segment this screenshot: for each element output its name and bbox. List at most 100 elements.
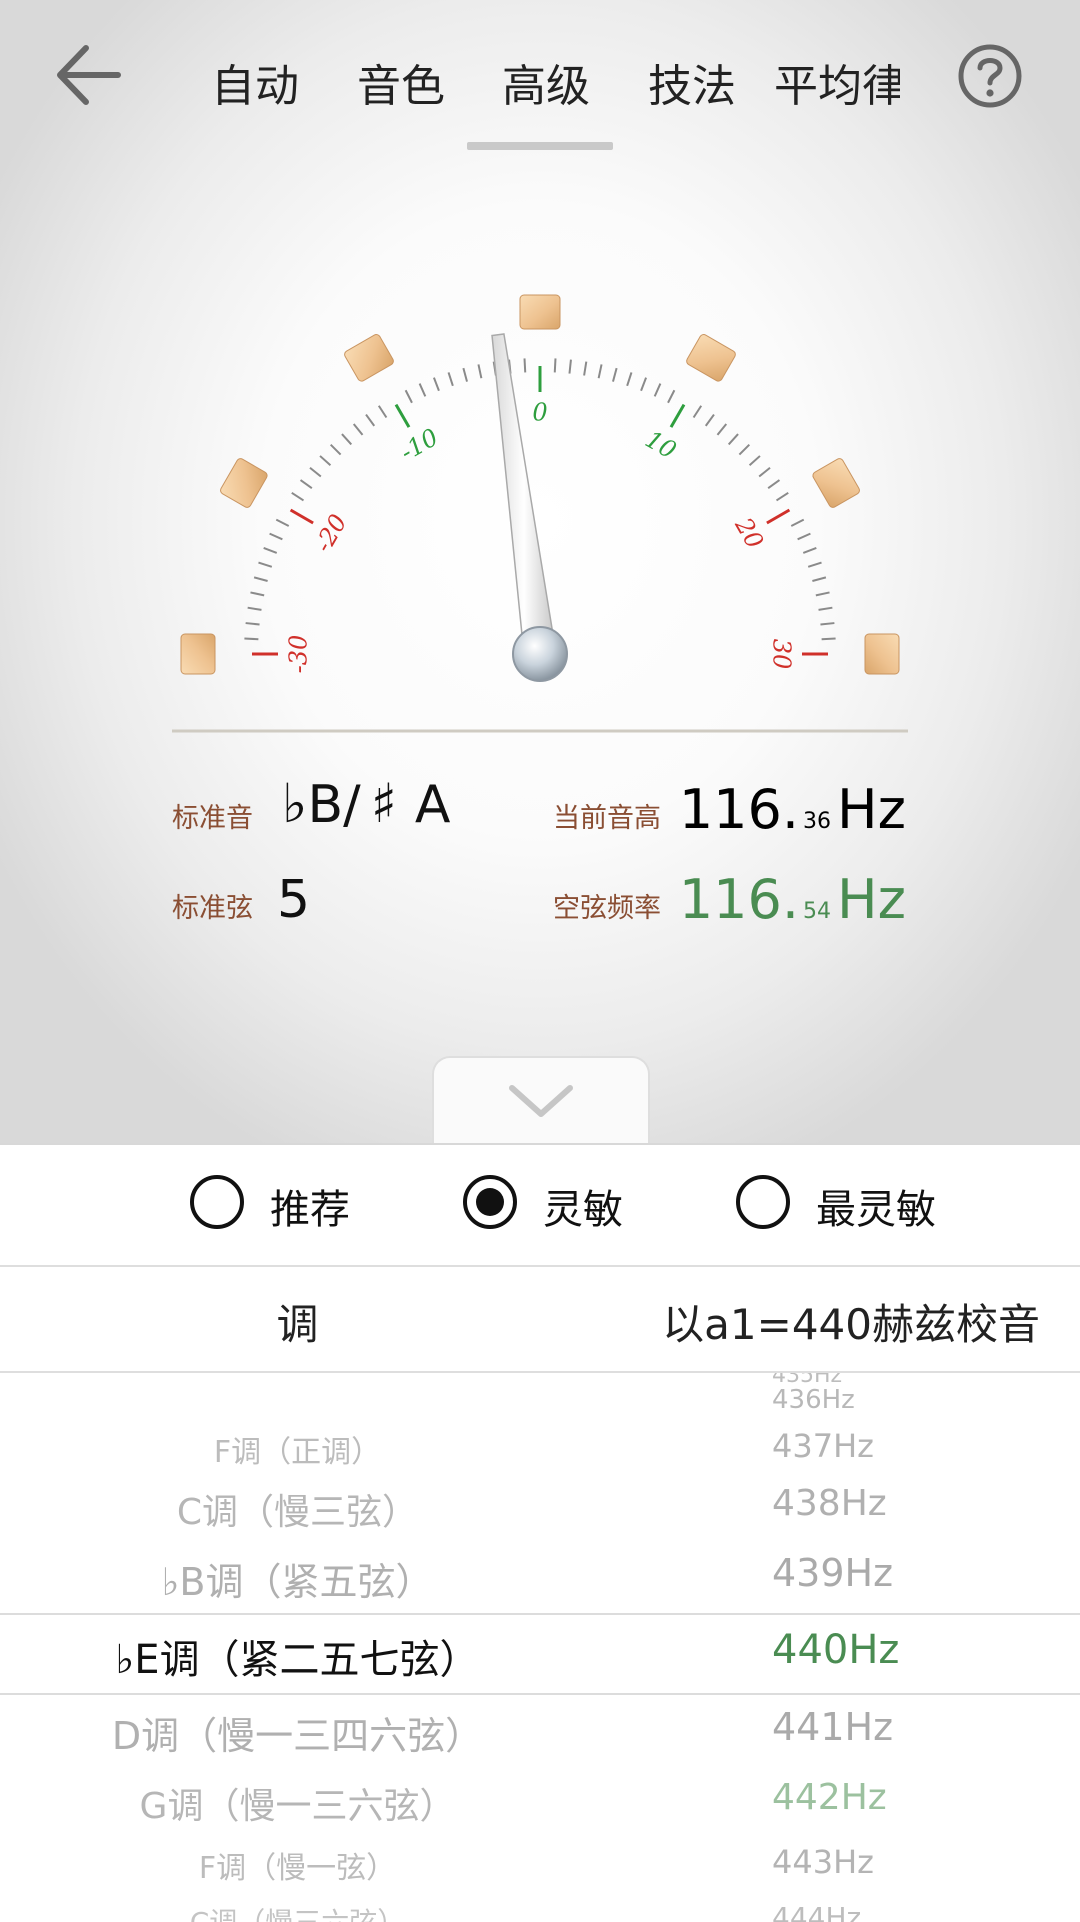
gauge-minor-tick [477,364,483,379]
gauge-minor-tick [309,466,322,478]
gauge-minor-tick [329,443,342,456]
wood-peg-marker [519,294,561,330]
gauge-minor-tick [553,358,557,373]
gauge-minor-tick [667,389,676,404]
gauge-major-tick [394,403,411,428]
picker-selection-bottom-line [0,1693,1080,1695]
gauge-minor-tick [653,383,662,397]
gauge-minor-tick [820,622,835,626]
standard-string-label: 标准弦 [172,893,253,924]
tab-equal-temperament[interactable]: 平均律 [774,50,900,114]
gauge-minor-tick [462,367,468,382]
gauge-minor-tick [626,372,633,387]
tab-technique[interactable]: 技法 [619,50,765,114]
gauge-minor-tick [365,413,376,427]
picker-row[interactable]: ♭B调（紧五弦） 439Hz [0,1551,1080,1605]
gauge-minor-tick [404,389,413,404]
radio-circle-selected [463,1175,517,1229]
wood-peg-marker [220,458,268,508]
wood-peg-marker [864,633,900,675]
picker-hz: 436Hz [772,1385,855,1415]
picker-hz: 437Hz [772,1427,874,1465]
picker-key: C调（慢三六弦） [0,1901,595,1922]
gauge-minor-tick [258,561,273,568]
tab-timbre[interactable]: 音色 [328,50,474,114]
radio-recommended[interactable]: 推荐 [190,1175,390,1235]
picker-row[interactable]: G调（慢一三六弦） 442Hz [0,1777,1080,1827]
collapse-panel-button[interactable] [432,1056,650,1143]
sensitivity-options: 推荐 灵敏 最灵敏 [0,1145,1080,1267]
picker-key: F调（正调） [213,1435,382,1470]
open-string-int: 116. [678,868,800,931]
help-button[interactable] [956,42,1024,110]
current-pitch-int: 116. [678,778,800,841]
picker-row[interactable]: F调（正调） 437Hz [0,1427,1080,1471]
gauge-minor-tick [245,622,260,626]
tab-advanced[interactable]: 高级 [473,50,619,114]
settings-panel: 推荐 灵敏 最灵敏 调 以a1=440赫兹校音 435Hz 436Hz F调（正… [0,1143,1080,1922]
standard-string-value: 5 [277,870,311,930]
gauge-scale-label: -10 [396,423,443,467]
picker-key: ♭B调（紧五弦） [161,1560,434,1604]
gauge-scale-label: 10 [641,425,681,465]
gauge-minor-tick [612,367,618,382]
current-pitch-unit: Hz [837,778,906,841]
gauge-minor-tick [758,466,771,478]
picker-key-selected: ♭E调（紧二五七弦） [115,1637,480,1683]
picker-row[interactable]: D调（慢一三四六弦） 441Hz [0,1705,1080,1759]
gauge-minor-tick [692,405,703,419]
reference-column-header: 以a1=440赫兹校音 [662,1300,1040,1349]
gauge-minor-tick [523,358,527,373]
open-string-value: 116. 54 Hz [679,868,906,931]
picker-hz: 439Hz [772,1551,894,1595]
picker-row[interactable]: F调（慢一弦） 443Hz [0,1843,1080,1887]
key-frequency-picker[interactable]: 435Hz 436Hz F调（正调） 437Hz C调（慢三弦） 438Hz ♭… [0,1373,1080,1922]
picker-hz: 438Hz [772,1483,887,1524]
needle-pivot-knob [512,626,568,682]
picker-row[interactable]: C调（慢三弦） 438Hz [0,1483,1080,1533]
picker-hz: 442Hz [772,1777,887,1818]
picker-row-selected[interactable]: ♭E调（紧二五七弦） 440Hz [0,1627,1080,1685]
picker-hz: 443Hz [772,1843,874,1881]
gauge-major-tick [289,508,314,525]
gauge-minor-tick [568,359,572,374]
picker-row[interactable]: 436Hz [0,1385,1080,1425]
radio-dot [476,1188,504,1216]
gauge-scale-label: 0 [532,399,547,427]
tab-auto[interactable]: 自动 [182,50,328,114]
gauge-minor-tick [253,576,268,582]
wood-peg-marker [812,458,860,508]
back-button[interactable] [52,42,122,108]
gauge-minor-tick [597,364,603,379]
gauge-minor-tick [319,455,332,467]
radio-sensitive[interactable]: 灵敏 [463,1175,663,1235]
gauge-scale-label: -20 [309,510,353,557]
standard-note-value: ♭B/♯ A [282,772,450,835]
gauge-minor-tick [244,637,259,641]
gauge-minor-tick [263,546,278,554]
gauge-scale-label: -30 [285,635,313,674]
picker-hz-selected: 440Hz [772,1627,900,1673]
picker-header: 调 以a1=440赫兹校音 [0,1267,1080,1373]
radio-circle [190,1175,244,1229]
flat-sign: ♭ [282,772,308,835]
gauge-scale-label: 20 [729,512,769,553]
gauge-major-tick [669,403,686,428]
wood-peg-marker [686,334,736,382]
open-string-dec: 54 [803,899,832,924]
gauge-scale-label: 30 [768,639,796,670]
header: 自动 音色 高级 技法 平均律 [0,0,1080,160]
radio-most-sensitive[interactable]: 最灵敏 [736,1175,976,1235]
gauge-minor-tick [418,383,427,397]
picker-row[interactable]: C调（慢三六弦） 444Hz [0,1901,1080,1922]
standard-note-label: 标准音 [172,803,253,834]
current-pitch-value: 116. 36 Hz [679,778,906,841]
picker-hz: 444Hz [772,1901,862,1922]
gauge-minor-tick [821,637,836,641]
tab-bar: 自动 音色 高级 技法 平均律 [180,40,900,140]
sharp-sign: ♯ [370,772,397,835]
radio-label: 最灵敏 [816,1187,936,1233]
gauge-minor-tick [250,591,265,597]
gauge-minor-tick [704,413,715,427]
picker-key: G调（慢一三六弦） [139,1786,456,1827]
